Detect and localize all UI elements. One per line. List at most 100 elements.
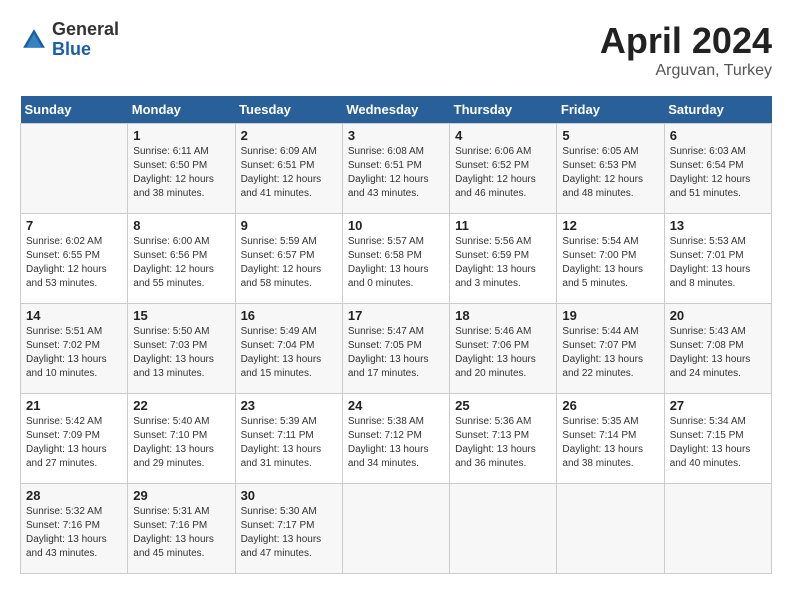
week-row-3: 14 Sunrise: 5:51 AMSunset: 7:02 PMDaylig… bbox=[21, 304, 772, 394]
day-info: Sunrise: 5:53 AMSunset: 7:01 PMDaylight:… bbox=[670, 235, 766, 291]
weekday-header-tuesday: Tuesday bbox=[235, 96, 342, 124]
day-info: Sunrise: 5:59 AMSunset: 6:57 PMDaylight:… bbox=[241, 235, 337, 291]
day-info: Sunrise: 5:49 AMSunset: 7:04 PMDaylight:… bbox=[241, 325, 337, 381]
day-info: Sunrise: 6:08 AMSunset: 6:51 PMDaylight:… bbox=[348, 145, 444, 201]
day-number: 17 bbox=[348, 308, 444, 323]
weekday-header-thursday: Thursday bbox=[450, 96, 557, 124]
calendar-cell: 9 Sunrise: 5:59 AMSunset: 6:57 PMDayligh… bbox=[235, 214, 342, 304]
day-number: 18 bbox=[455, 308, 551, 323]
day-info: Sunrise: 5:40 AMSunset: 7:10 PMDaylight:… bbox=[133, 415, 229, 471]
calendar-table: SundayMondayTuesdayWednesdayThursdayFrid… bbox=[20, 96, 772, 574]
day-number: 19 bbox=[562, 308, 658, 323]
day-info: Sunrise: 5:35 AMSunset: 7:14 PMDaylight:… bbox=[562, 415, 658, 471]
calendar-cell: 15 Sunrise: 5:50 AMSunset: 7:03 PMDaylig… bbox=[128, 304, 235, 394]
day-number: 22 bbox=[133, 398, 229, 413]
calendar-cell: 11 Sunrise: 5:56 AMSunset: 6:59 PMDaylig… bbox=[450, 214, 557, 304]
page-header: General Blue April 2024 Arguvan, Turkey bbox=[20, 20, 772, 80]
calendar-cell bbox=[450, 484, 557, 574]
weekday-header-saturday: Saturday bbox=[664, 96, 771, 124]
title-block: April 2024 Arguvan, Turkey bbox=[600, 20, 772, 80]
calendar-cell: 8 Sunrise: 6:00 AMSunset: 6:56 PMDayligh… bbox=[128, 214, 235, 304]
calendar-cell: 19 Sunrise: 5:44 AMSunset: 7:07 PMDaylig… bbox=[557, 304, 664, 394]
day-number: 3 bbox=[348, 128, 444, 143]
day-info: Sunrise: 6:02 AMSunset: 6:55 PMDaylight:… bbox=[26, 235, 122, 291]
day-info: Sunrise: 5:42 AMSunset: 7:09 PMDaylight:… bbox=[26, 415, 122, 471]
day-info: Sunrise: 5:34 AMSunset: 7:15 PMDaylight:… bbox=[670, 415, 766, 471]
calendar-cell: 13 Sunrise: 5:53 AMSunset: 7:01 PMDaylig… bbox=[664, 214, 771, 304]
day-number: 26 bbox=[562, 398, 658, 413]
month-title: April 2024 bbox=[600, 20, 772, 62]
day-number: 11 bbox=[455, 218, 551, 233]
day-info: Sunrise: 5:32 AMSunset: 7:16 PMDaylight:… bbox=[26, 505, 122, 561]
calendar-cell: 4 Sunrise: 6:06 AMSunset: 6:52 PMDayligh… bbox=[450, 124, 557, 214]
day-number: 5 bbox=[562, 128, 658, 143]
day-info: Sunrise: 6:00 AMSunset: 6:56 PMDaylight:… bbox=[133, 235, 229, 291]
calendar-cell: 28 Sunrise: 5:32 AMSunset: 7:16 PMDaylig… bbox=[21, 484, 128, 574]
calendar-cell: 12 Sunrise: 5:54 AMSunset: 7:00 PMDaylig… bbox=[557, 214, 664, 304]
calendar-cell: 18 Sunrise: 5:46 AMSunset: 7:06 PMDaylig… bbox=[450, 304, 557, 394]
weekday-header-monday: Monday bbox=[128, 96, 235, 124]
day-number: 24 bbox=[348, 398, 444, 413]
logo-blue-text: Blue bbox=[52, 39, 91, 59]
day-number: 23 bbox=[241, 398, 337, 413]
day-number: 10 bbox=[348, 218, 444, 233]
calendar-cell: 10 Sunrise: 5:57 AMSunset: 6:58 PMDaylig… bbox=[342, 214, 449, 304]
calendar-cell: 14 Sunrise: 5:51 AMSunset: 7:02 PMDaylig… bbox=[21, 304, 128, 394]
week-row-2: 7 Sunrise: 6:02 AMSunset: 6:55 PMDayligh… bbox=[21, 214, 772, 304]
day-number: 7 bbox=[26, 218, 122, 233]
calendar-cell: 7 Sunrise: 6:02 AMSunset: 6:55 PMDayligh… bbox=[21, 214, 128, 304]
location: Arguvan, Turkey bbox=[600, 62, 772, 80]
weekday-header-friday: Friday bbox=[557, 96, 664, 124]
day-info: Sunrise: 5:57 AMSunset: 6:58 PMDaylight:… bbox=[348, 235, 444, 291]
day-info: Sunrise: 6:03 AMSunset: 6:54 PMDaylight:… bbox=[670, 145, 766, 201]
calendar-cell: 25 Sunrise: 5:36 AMSunset: 7:13 PMDaylig… bbox=[450, 394, 557, 484]
day-info: Sunrise: 5:38 AMSunset: 7:12 PMDaylight:… bbox=[348, 415, 444, 471]
calendar-cell: 1 Sunrise: 6:11 AMSunset: 6:50 PMDayligh… bbox=[128, 124, 235, 214]
calendar-cell bbox=[21, 124, 128, 214]
day-number: 9 bbox=[241, 218, 337, 233]
day-info: Sunrise: 5:50 AMSunset: 7:03 PMDaylight:… bbox=[133, 325, 229, 381]
calendar-cell bbox=[664, 484, 771, 574]
day-number: 27 bbox=[670, 398, 766, 413]
day-number: 6 bbox=[670, 128, 766, 143]
weekday-header-sunday: Sunday bbox=[21, 96, 128, 124]
week-row-4: 21 Sunrise: 5:42 AMSunset: 7:09 PMDaylig… bbox=[21, 394, 772, 484]
week-row-1: 1 Sunrise: 6:11 AMSunset: 6:50 PMDayligh… bbox=[21, 124, 772, 214]
day-number: 14 bbox=[26, 308, 122, 323]
day-number: 8 bbox=[133, 218, 229, 233]
day-number: 15 bbox=[133, 308, 229, 323]
day-info: Sunrise: 5:39 AMSunset: 7:11 PMDaylight:… bbox=[241, 415, 337, 471]
day-info: Sunrise: 5:54 AMSunset: 7:00 PMDaylight:… bbox=[562, 235, 658, 291]
day-number: 2 bbox=[241, 128, 337, 143]
calendar-cell: 20 Sunrise: 5:43 AMSunset: 7:08 PMDaylig… bbox=[664, 304, 771, 394]
weekday-header-row: SundayMondayTuesdayWednesdayThursdayFrid… bbox=[21, 96, 772, 124]
day-info: Sunrise: 5:44 AMSunset: 7:07 PMDaylight:… bbox=[562, 325, 658, 381]
day-info: Sunrise: 6:11 AMSunset: 6:50 PMDaylight:… bbox=[133, 145, 229, 201]
calendar-cell: 5 Sunrise: 6:05 AMSunset: 6:53 PMDayligh… bbox=[557, 124, 664, 214]
calendar-cell bbox=[557, 484, 664, 574]
day-info: Sunrise: 5:31 AMSunset: 7:16 PMDaylight:… bbox=[133, 505, 229, 561]
calendar-cell: 16 Sunrise: 5:49 AMSunset: 7:04 PMDaylig… bbox=[235, 304, 342, 394]
day-number: 20 bbox=[670, 308, 766, 323]
day-info: Sunrise: 6:09 AMSunset: 6:51 PMDaylight:… bbox=[241, 145, 337, 201]
calendar-cell bbox=[342, 484, 449, 574]
logo-general-text: General bbox=[52, 19, 119, 39]
day-number: 30 bbox=[241, 488, 337, 503]
calendar-cell: 23 Sunrise: 5:39 AMSunset: 7:11 PMDaylig… bbox=[235, 394, 342, 484]
calendar-cell: 22 Sunrise: 5:40 AMSunset: 7:10 PMDaylig… bbox=[128, 394, 235, 484]
calendar-cell: 30 Sunrise: 5:30 AMSunset: 7:17 PMDaylig… bbox=[235, 484, 342, 574]
day-info: Sunrise: 5:46 AMSunset: 7:06 PMDaylight:… bbox=[455, 325, 551, 381]
calendar-cell: 3 Sunrise: 6:08 AMSunset: 6:51 PMDayligh… bbox=[342, 124, 449, 214]
day-number: 28 bbox=[26, 488, 122, 503]
day-info: Sunrise: 5:51 AMSunset: 7:02 PMDaylight:… bbox=[26, 325, 122, 381]
day-info: Sunrise: 5:36 AMSunset: 7:13 PMDaylight:… bbox=[455, 415, 551, 471]
day-number: 12 bbox=[562, 218, 658, 233]
day-number: 21 bbox=[26, 398, 122, 413]
day-info: Sunrise: 6:06 AMSunset: 6:52 PMDaylight:… bbox=[455, 145, 551, 201]
logo: General Blue bbox=[20, 20, 119, 60]
day-number: 1 bbox=[133, 128, 229, 143]
calendar-cell: 21 Sunrise: 5:42 AMSunset: 7:09 PMDaylig… bbox=[21, 394, 128, 484]
day-info: Sunrise: 5:30 AMSunset: 7:17 PMDaylight:… bbox=[241, 505, 337, 561]
calendar-cell: 24 Sunrise: 5:38 AMSunset: 7:12 PMDaylig… bbox=[342, 394, 449, 484]
day-number: 4 bbox=[455, 128, 551, 143]
